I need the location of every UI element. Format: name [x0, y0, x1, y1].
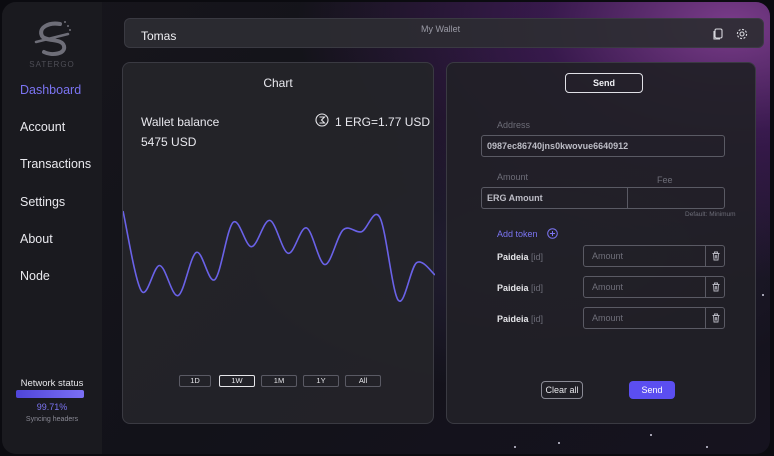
fee-default-note: Default: Minimum: [685, 211, 736, 218]
send-tab[interactable]: Send: [565, 73, 643, 93]
range-1w-button[interactable]: 1W: [219, 375, 255, 387]
erg-currency-icon: [315, 113, 329, 127]
add-token-link[interactable]: Add token: [497, 229, 538, 239]
token-name: Paideia [id]: [497, 283, 543, 293]
range-1y-button[interactable]: 1Y: [303, 375, 339, 387]
nav-item-dashboard[interactable]: Dashboard: [20, 83, 81, 97]
token-amount-input[interactable]: Amount: [583, 307, 725, 329]
wallet-balance-label: Wallet balance: [141, 115, 220, 129]
range-1d-button[interactable]: 1D: [179, 375, 211, 387]
token-amount-input[interactable]: Amount: [583, 276, 725, 298]
background-star: [762, 294, 764, 296]
token-name-text: Paideia: [497, 314, 529, 324]
fee-field[interactable]: [627, 187, 725, 209]
remove-token-button[interactable]: [705, 307, 725, 329]
user-name: Tomas: [141, 29, 177, 43]
token-name-text: Paideia: [497, 252, 529, 262]
range-all-button[interactable]: All: [345, 375, 381, 387]
sidebar: SATERGO Dashboard Account Transactions S…: [2, 2, 102, 454]
trash-icon: [712, 313, 720, 323]
trash-icon: [712, 251, 720, 261]
background-star: [514, 446, 516, 448]
send-button[interactable]: Send: [629, 381, 675, 399]
amount-label: Amount: [497, 172, 529, 182]
range-1m-button[interactable]: 1M: [261, 375, 297, 387]
token-amount-input[interactable]: Amount: [583, 245, 725, 267]
copy-icon[interactable]: [711, 27, 725, 41]
gear-icon[interactable]: [735, 27, 749, 41]
trash-icon: [712, 282, 720, 292]
wallet-name: My Wallet: [421, 24, 461, 34]
chart-title: Chart: [263, 76, 293, 90]
background-star: [558, 442, 560, 444]
nav-item-node[interactable]: Node: [20, 269, 50, 283]
remove-token-button[interactable]: [705, 245, 725, 267]
nav-item-transactions[interactable]: Transactions: [20, 157, 91, 171]
background-star: [650, 434, 652, 436]
network-status-label: Network status: [20, 378, 84, 389]
token-id-hint: [id]: [531, 283, 544, 293]
satergo-logo-icon: [34, 21, 71, 56]
address-field[interactable]: 0987ec86740jns0kwovue6640912: [481, 135, 725, 157]
token-name-text: Paideia: [497, 283, 529, 293]
token-name: Paideia [id]: [497, 314, 543, 324]
send-panel: Send Address 0987ec86740jns0kwovue664091…: [446, 62, 756, 424]
network-sync-status: Syncing headers: [25, 416, 79, 423]
balance-line-chart: [123, 210, 435, 302]
fee-label: Fee: [657, 175, 673, 185]
nav-item-account[interactable]: Account: [20, 120, 65, 134]
token-id-hint: [id]: [531, 314, 544, 324]
plus-circle-icon[interactable]: [547, 228, 558, 239]
background-star: [706, 446, 708, 448]
erg-amount-field[interactable]: ERG Amount: [481, 187, 627, 209]
wallet-balance-value: 5475 USD: [141, 135, 197, 149]
token-name: Paideia [id]: [497, 252, 543, 262]
balance-series-line: [123, 210, 435, 302]
token-id-hint: [id]: [531, 252, 544, 262]
address-label: Address: [497, 120, 531, 130]
network-progress-bar: [16, 390, 84, 398]
network-progress-fill: [16, 390, 84, 398]
network-percent: 99.71%: [36, 402, 68, 412]
clear-all-button[interactable]: Clear all: [541, 381, 583, 399]
nav-item-about[interactable]: About: [20, 232, 53, 246]
chart-panel: Chart Wallet balance 5475 USD 1 ERG=1.77…: [122, 62, 435, 424]
top-header: Tomas My Wallet: [124, 18, 764, 48]
exchange-rate: 1 ERG=1.77 USD: [335, 115, 431, 129]
wallet-app: SATERGO Dashboard Account Transactions S…: [2, 2, 770, 454]
brand-name: SATERGO: [29, 60, 75, 69]
remove-token-button[interactable]: [705, 276, 725, 298]
nav-item-settings[interactable]: Settings: [20, 195, 65, 209]
